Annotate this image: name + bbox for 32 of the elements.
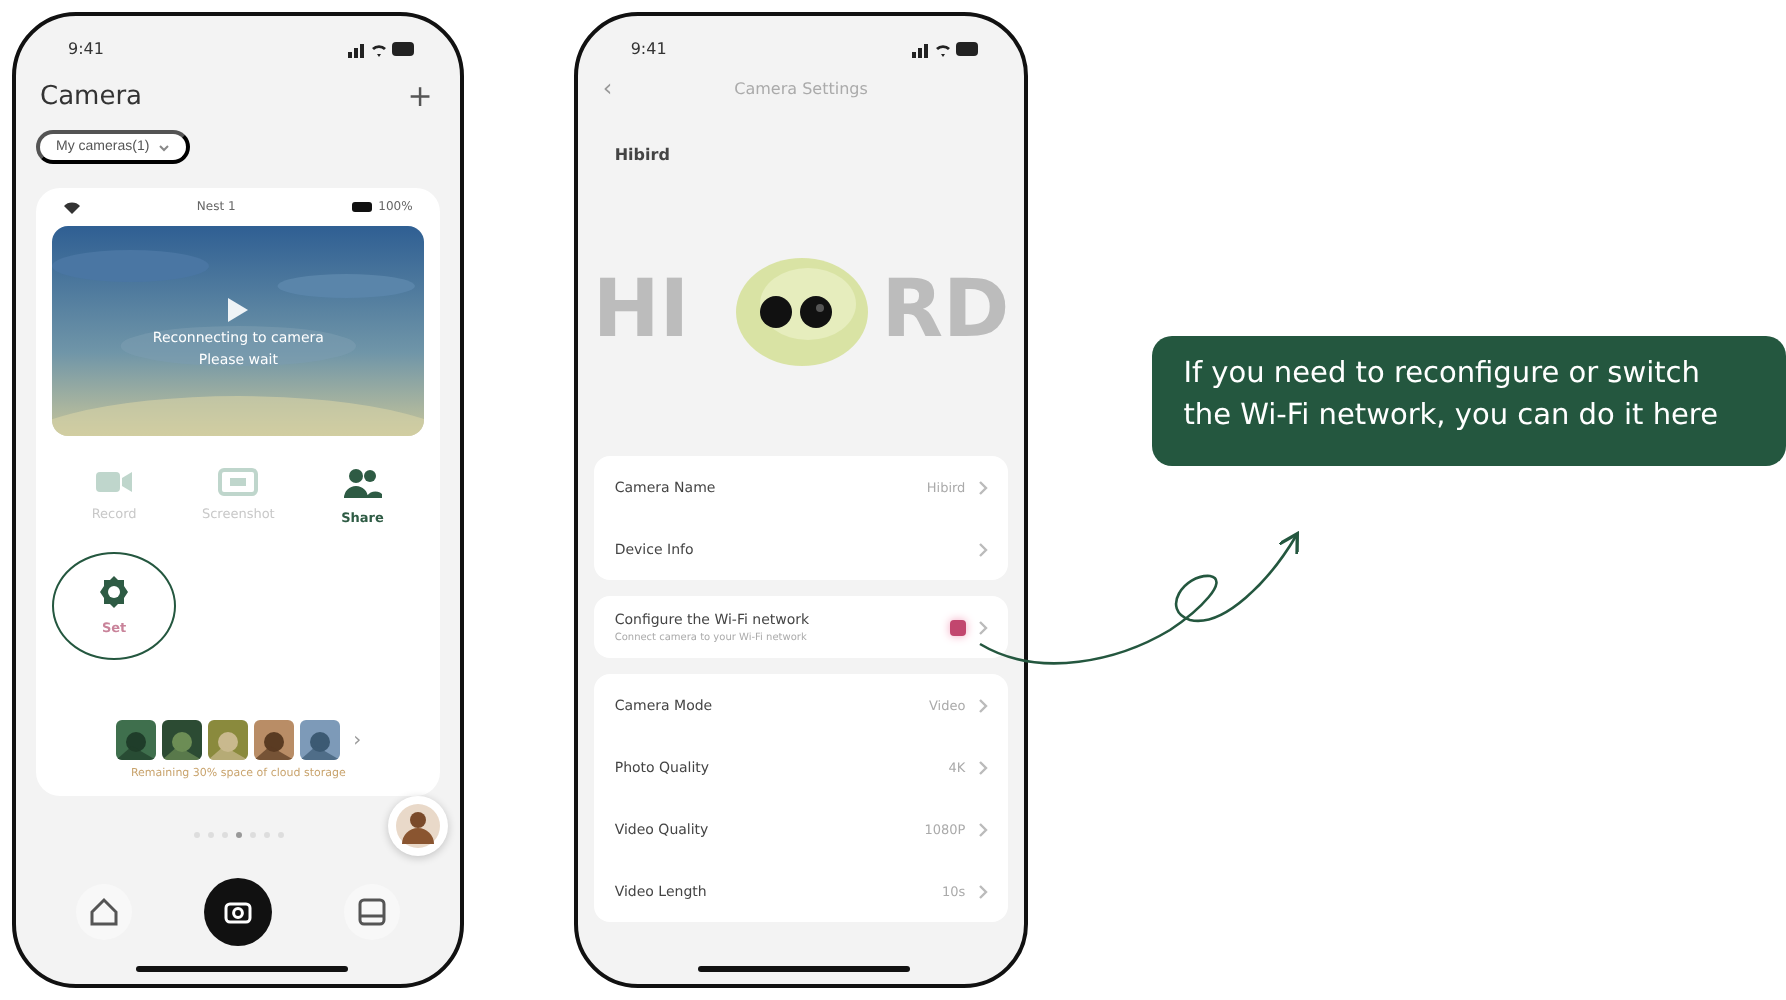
home-tab[interactable] [76, 884, 133, 940]
caret-icon [157, 143, 170, 151]
status-icons [348, 40, 417, 58]
chevron-icon [977, 821, 988, 837]
chevron-icon [977, 883, 988, 899]
chevron-icon [977, 479, 988, 495]
play-icon[interactable] [226, 295, 251, 323]
gear-icon [96, 574, 133, 610]
status-time: 9:41 [68, 40, 104, 58]
chevron-icon [977, 541, 988, 557]
chevron-icon [977, 619, 988, 635]
avatar[interactable] [388, 796, 449, 856]
page-dot[interactable] [235, 832, 242, 838]
camera-tab[interactable] [204, 878, 273, 946]
status-time: 9:41 [630, 40, 667, 58]
page-title: Camera Settings [732, 79, 870, 97]
wifi-icon [64, 201, 80, 213]
camera-drawing [731, 252, 872, 368]
status-icons [911, 40, 980, 58]
chevron-icon [977, 759, 988, 775]
callout-text: If you need to reconfigure or switch the Wi-Fi network, you can do it here [1151, 336, 1786, 467]
device-name: Hibird [612, 144, 672, 164]
gallery-tab[interactable] [344, 884, 401, 940]
add-button[interactable]: + [407, 78, 433, 114]
screen-icon [218, 468, 259, 496]
gallery-icon [354, 894, 391, 930]
people-icon [342, 468, 383, 500]
page-title: Camera [40, 81, 143, 111]
house-icon [86, 894, 123, 930]
chevron-icon [977, 697, 988, 713]
video-camera-icon [94, 468, 135, 496]
battery-icon [352, 202, 373, 212]
